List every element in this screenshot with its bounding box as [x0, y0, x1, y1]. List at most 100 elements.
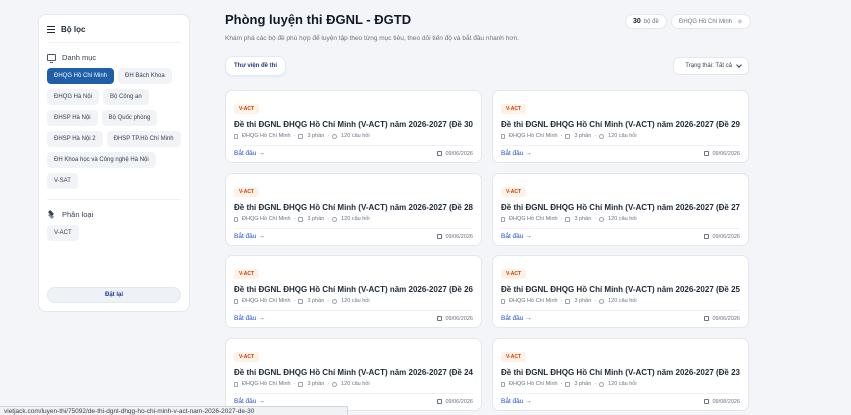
exam-parts: 3 phần — [307, 298, 325, 304]
calendar-icon — [437, 316, 443, 321]
exam-type-badge: V-ACT — [234, 352, 259, 362]
category-chip-dh-khcn-ha-noi[interactable]: ĐH Khoa học và Công nghệ Hà Nội — [47, 152, 156, 168]
sections-icon — [565, 298, 571, 304]
exam-meta: ĐHQG Hồ Chí Minh · 3 phần · 120 câu hỏi — [234, 216, 473, 222]
exam-date: 09/06/2026 — [704, 151, 740, 157]
calendar-icon — [704, 234, 710, 239]
clock-icon — [332, 381, 338, 387]
page-title: Phòng luyện thi ĐGNL - ĐGTD — [225, 12, 412, 27]
exam-date: 09/06/2026 — [437, 151, 473, 157]
start-exam-link[interactable]: Bắt đầu → — [234, 398, 265, 405]
exam-parts: 3 phần — [307, 216, 325, 222]
status-filter-select[interactable]: Trạng thái: Tất cả — [673, 57, 749, 75]
bookmark-icon — [501, 216, 505, 222]
sections-icon — [298, 216, 304, 222]
category-chip-dhqg-hcm[interactable]: ĐHQG Hồ Chí Minh — [47, 68, 115, 84]
chevron-down-icon — [736, 62, 742, 68]
exam-title[interactable]: Đề thi ĐGNL ĐHQG Hồ Chí Minh (V-ACT) năm… — [501, 203, 740, 212]
category-chip-dhsp-ha-noi-2[interactable]: ĐHSP Hà Nội 2 — [47, 131, 103, 147]
sections-icon — [565, 216, 571, 222]
clock-icon — [599, 216, 605, 222]
exam-meta: ĐHQG Hồ Chí Minh · 3 phần · 120 câu hỏi — [501, 133, 740, 139]
exam-university: ĐHQG Hồ Chí Minh — [509, 381, 558, 387]
page-subtitle: Khám phá các bộ đề phù hợp để luyện tập … — [225, 35, 520, 42]
exam-parts: 3 phần — [574, 298, 592, 304]
start-exam-link[interactable]: Bắt đầu → — [501, 150, 532, 157]
start-exam-link[interactable]: Bắt đầu → — [234, 315, 265, 322]
exam-type-badge: V-ACT — [234, 187, 259, 197]
exam-parts: 3 phần — [307, 381, 325, 387]
exam-title[interactable]: Đề thi ĐGNL ĐHQG Hồ Chí Minh (V-ACT) năm… — [501, 368, 740, 377]
calendar-icon — [437, 399, 443, 404]
exam-card[interactable]: V-ACT Đề thi ĐGNL ĐHQG Hồ Chí Minh (V-AC… — [225, 255, 482, 328]
classify-title: Phân loại — [62, 210, 94, 219]
exam-date-text: 09/06/2026 — [445, 150, 473, 157]
exam-count-unit: bộ đề — [643, 18, 659, 25]
exam-type-badge: V-ACT — [234, 269, 259, 279]
clock-icon — [599, 381, 605, 387]
sections-icon — [565, 381, 571, 387]
exam-title[interactable]: Đề thi ĐGNL ĐHQG Hồ Chí Minh (V-ACT) năm… — [234, 120, 473, 129]
exam-card[interactable]: V-ACT Đề thi ĐGNL ĐHQG Hồ Chí Minh (V-AC… — [225, 90, 482, 163]
reset-button[interactable]: Đặt lại — [47, 287, 181, 303]
exam-questions: 120 câu hỏi — [608, 381, 637, 387]
category-chip-bo-quoc-phong[interactable]: Bộ Quốc phòng — [101, 110, 158, 126]
exam-card[interactable]: V-ACT Đề thi ĐGNL ĐHQG Hồ Chí Minh (V-AC… — [492, 255, 749, 328]
exam-card[interactable]: V-ACT Đề thi ĐGNL ĐHQG Hồ Chí Minh (V-AC… — [225, 338, 482, 411]
bookmark-icon — [501, 381, 505, 387]
exam-title[interactable]: Đề thi ĐGNL ĐHQG Hồ Chí Minh (V-ACT) năm… — [501, 120, 740, 129]
exam-date-text: 09/06/2026 — [445, 398, 473, 405]
category-chip-dh-bach-khoa[interactable]: ĐH Bách Khoa — [118, 68, 172, 84]
sparkle-icon: ✳ — [737, 18, 743, 26]
sidebar-divider — [47, 199, 181, 200]
start-exam-link[interactable]: Bắt đầu → — [234, 233, 265, 240]
exam-card-footer: Bắt đầu → 09/06/2026 — [501, 145, 740, 157]
start-exam-link[interactable]: Bắt đầu → — [501, 233, 532, 240]
link-preview-status-bar: vietjack.com/luyen-thi/75092/de-thi-dgnl… — [0, 406, 348, 415]
exam-card-footer: Bắt đầu → 09/06/2026 — [234, 145, 473, 157]
exam-university: ĐHQG Hồ Chí Minh — [509, 216, 558, 222]
type-chip-list: V-ACT — [47, 225, 181, 241]
calendar-icon — [704, 151, 710, 156]
tab-exam-library[interactable]: Thư viện đề thi — [225, 56, 287, 76]
category-chip-dhqg-ha-noi[interactable]: ĐHQG Hà Nội — [47, 89, 100, 105]
university-badge-label: ĐHQG Hồ Chí Minh — [679, 18, 733, 25]
exam-card[interactable]: V-ACT Đề thi ĐGNL ĐHQG Hồ Chí Minh (V-AC… — [492, 173, 749, 246]
start-exam-link[interactable]: Bắt đầu → — [501, 315, 532, 322]
exam-title[interactable]: Đề thi ĐGNL ĐHQG Hồ Chí Minh (V-ACT) năm… — [234, 368, 473, 377]
bookmark-icon — [234, 298, 238, 304]
exam-parts: 3 phần — [307, 133, 325, 139]
exam-card[interactable]: V-ACT Đề thi ĐGNL ĐHQG Hồ Chí Minh (V-AC… — [492, 90, 749, 163]
exam-questions: 120 câu hỏi — [341, 133, 370, 139]
category-chip-dhsp-ha-noi[interactable]: ĐHSP Hà Nội — [47, 110, 98, 126]
exam-title[interactable]: Đề thi ĐGNL ĐHQG Hồ Chí Minh (V-ACT) năm… — [234, 203, 473, 212]
exam-questions: 120 câu hỏi — [341, 381, 370, 387]
exam-university: ĐHQG Hồ Chí Minh — [242, 381, 291, 387]
clock-icon — [332, 133, 338, 139]
university-badge[interactable]: ĐHQG Hồ Chí Minh ✳ — [671, 14, 751, 29]
clock-icon — [332, 216, 338, 222]
start-exam-link[interactable]: Bắt đầu → — [501, 398, 532, 405]
exam-title[interactable]: Đề thi ĐGNL ĐHQG Hồ Chí Minh (V-ACT) năm… — [501, 285, 740, 294]
exam-date: 09/06/2026 — [437, 234, 473, 240]
exam-university: ĐHQG Hồ Chí Minh — [242, 216, 291, 222]
exam-title[interactable]: Đề thi ĐGNL ĐHQG Hồ Chí Minh (V-ACT) năm… — [234, 285, 473, 294]
exam-date: 09/06/2026 — [437, 316, 473, 322]
exam-meta: ĐHQG Hồ Chí Minh · 3 phần · 120 câu hỏi — [501, 381, 740, 387]
type-chip-v-act[interactable]: V-ACT — [47, 225, 79, 241]
category-chip-dhsp-tphcm[interactable]: ĐHSP TP.Hồ Chí Minh — [106, 131, 181, 147]
layers-icon — [47, 211, 56, 219]
exam-questions: 120 câu hỏi — [608, 216, 637, 222]
exam-meta: ĐHQG Hồ Chí Minh · 3 phần · 120 câu hỏi — [234, 133, 473, 139]
calendar-icon — [437, 234, 443, 239]
filter-sidebar: Bộ lọc Danh mục ĐHQG Hồ Chí Minh ĐH Bách… — [38, 14, 190, 312]
exam-type-badge: V-ACT — [501, 269, 526, 279]
exam-card[interactable]: V-ACT Đề thi ĐGNL ĐHQG Hồ Chí Minh (V-AC… — [225, 173, 482, 246]
exam-card[interactable]: V-ACT Đề thi ĐGNL ĐHQG Hồ Chí Minh (V-AC… — [492, 338, 749, 411]
category-chip-bo-cong-an[interactable]: Bộ Công an — [103, 89, 149, 105]
category-chip-v-sat[interactable]: V-SAT — [47, 173, 78, 189]
start-exam-link[interactable]: Bắt đầu → — [234, 150, 265, 157]
exam-meta: ĐHQG Hồ Chí Minh · 3 phần · 120 câu hỏi — [234, 298, 473, 304]
calendar-icon — [704, 316, 710, 321]
exam-questions: 120 câu hỏi — [608, 298, 637, 304]
